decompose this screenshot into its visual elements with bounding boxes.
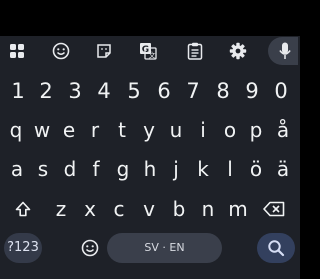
key-y[interactable]: y [134, 115, 164, 145]
key-w[interactable]: w [27, 115, 57, 145]
key-i[interactable]: i [188, 115, 218, 145]
key-s[interactable]: s [28, 154, 58, 184]
settings-gear-icon[interactable] [223, 36, 253, 66]
key-v[interactable]: v [134, 194, 164, 224]
key-5[interactable]: 5 [119, 76, 149, 106]
key-3[interactable]: 3 [60, 76, 90, 106]
key-k[interactable]: k [188, 154, 218, 184]
translate-icon[interactable]: G文 [133, 36, 163, 66]
key-0[interactable]: 0 [266, 76, 296, 106]
key-2[interactable]: 2 [31, 76, 61, 106]
search-key[interactable] [257, 233, 295, 263]
key-4[interactable]: 4 [89, 76, 119, 106]
number-row: 1 2 3 4 5 6 7 8 9 0 [0, 76, 300, 106]
apps-grid-icon[interactable] [2, 36, 32, 66]
key-r[interactable]: r [80, 115, 110, 145]
key-j[interactable]: j [161, 154, 191, 184]
emoji-key[interactable] [75, 233, 105, 263]
key-c[interactable]: c [104, 194, 134, 224]
key-m[interactable]: m [223, 194, 253, 224]
key-o-umlaut[interactable]: ö [241, 154, 271, 184]
space-bar[interactable]: SV · EN [107, 233, 222, 263]
shift-key[interactable] [8, 194, 38, 224]
sticker-icon[interactable] [89, 36, 119, 66]
key-b[interactable]: b [164, 194, 194, 224]
key-f[interactable]: f [81, 154, 111, 184]
key-8[interactable]: 8 [208, 76, 238, 106]
clipboard-icon[interactable] [180, 36, 210, 66]
keyboard: G文 1 2 3 4 5 6 7 8 9 0 q w e r t y u i o [0, 36, 300, 279]
key-t[interactable]: t [107, 115, 137, 145]
keyboard-toolbar: G文 [0, 36, 300, 66]
backspace-key[interactable] [259, 194, 289, 224]
letter-row-1: q w e r t y u i o p å [0, 115, 300, 145]
key-9[interactable]: 9 [237, 76, 267, 106]
emoji-icon [81, 239, 99, 257]
search-icon [268, 240, 285, 257]
key-a-umlaut[interactable]: ä [268, 154, 298, 184]
key-n[interactable]: n [193, 194, 223, 224]
key-g[interactable]: g [108, 154, 138, 184]
backspace-icon [263, 201, 285, 217]
letter-row-2: a s d f g h j k l ö ä [0, 154, 300, 184]
key-x[interactable]: x [75, 194, 105, 224]
key-1[interactable]: 1 [3, 76, 33, 106]
key-p[interactable]: p [241, 115, 271, 145]
key-a-ring[interactable]: å [268, 115, 298, 145]
symbols-key[interactable]: ?123 [4, 233, 42, 263]
emoji-icon[interactable] [46, 36, 76, 66]
letter-row-3: z x c v b n m [0, 194, 300, 224]
key-7[interactable]: 7 [178, 76, 208, 106]
key-z[interactable]: z [46, 194, 76, 224]
key-u[interactable]: u [161, 115, 191, 145]
key-6[interactable]: 6 [149, 76, 179, 106]
svg-text:文: 文 [149, 51, 156, 60]
microphone-icon[interactable] [270, 36, 300, 66]
shift-icon [15, 201, 31, 217]
status-area [0, 0, 300, 36]
